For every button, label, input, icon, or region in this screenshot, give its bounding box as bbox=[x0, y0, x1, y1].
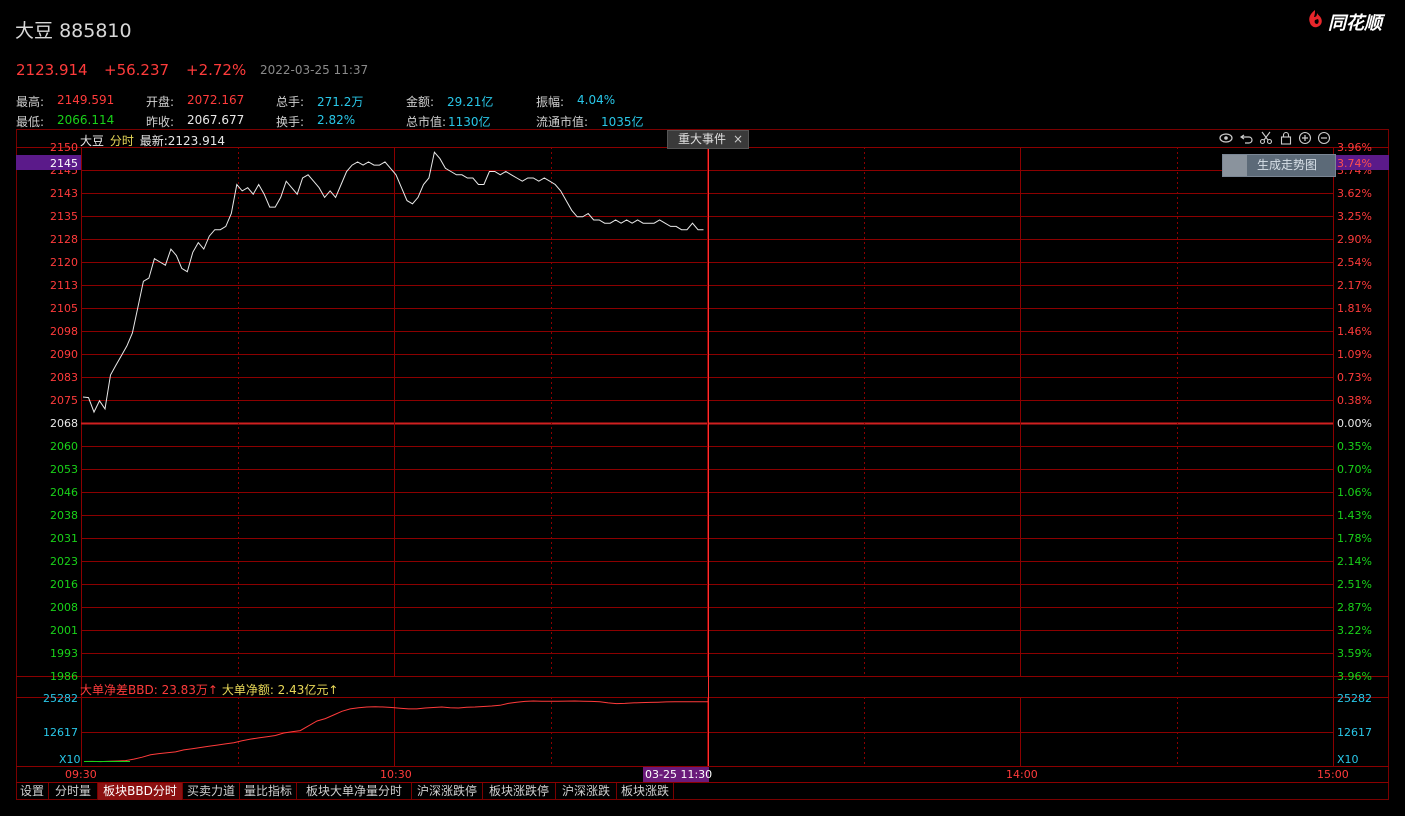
y-tick-left: 2143 bbox=[50, 187, 78, 200]
tab-2[interactable]: 板块BBD分时 bbox=[98, 783, 183, 800]
y-tick-right: 3.96% bbox=[1337, 670, 1372, 683]
y-tick-left: 2090 bbox=[50, 348, 78, 361]
major-events-label: 重大事件 bbox=[678, 132, 727, 146]
chart-mode: 分时 bbox=[109, 134, 134, 148]
bbd-tick-right: 25282 bbox=[1337, 692, 1372, 705]
chart-stock-name: 大豆 bbox=[80, 134, 105, 148]
zoom-in-icon[interactable] bbox=[1298, 131, 1312, 145]
bbd-tick-right: 12617 bbox=[1337, 726, 1372, 739]
y-tick-left: 1993 bbox=[50, 647, 78, 660]
generate-trend-button[interactable]: 生成走势图 bbox=[1222, 154, 1336, 177]
major-events-tab[interactable]: 重大事件 × bbox=[667, 130, 749, 149]
tab-1[interactable]: 分时量 bbox=[49, 783, 98, 800]
y-tick-left: 2023 bbox=[50, 555, 78, 568]
y-tick-left: 2038 bbox=[50, 509, 78, 522]
latest-value: 2123.914 bbox=[167, 134, 225, 148]
y-tick-right: 0.70% bbox=[1337, 463, 1372, 476]
x-tick: 14:00 bbox=[1006, 768, 1038, 781]
y-tick-left: 2135 bbox=[50, 210, 78, 223]
y-tick-left: 2120 bbox=[50, 256, 78, 269]
tab-0[interactable]: 设置 bbox=[16, 783, 49, 800]
x-tick: 09:30 bbox=[65, 768, 97, 781]
y-tick-left: 2068 bbox=[50, 417, 78, 430]
y-tick-right: 1.81% bbox=[1337, 302, 1372, 315]
price-line bbox=[82, 151, 704, 414]
y-tick-left: 2150 bbox=[50, 141, 78, 154]
x-tick: 15:00 bbox=[1317, 768, 1349, 781]
y-tick-right: 3.62% bbox=[1337, 187, 1372, 200]
generate-trend-swatch bbox=[1223, 155, 1247, 176]
bbd-label: 大单净差BBD: 23.83万↑ bbox=[80, 683, 218, 697]
time-cursor-label: 03-25 11:30 bbox=[645, 768, 712, 781]
y-tick-right: 2.90% bbox=[1337, 233, 1372, 246]
y-tick-left: 2113 bbox=[50, 279, 78, 292]
cursor-price-label: 2145 bbox=[50, 157, 78, 170]
tab-6[interactable]: 沪深涨跌停 bbox=[412, 783, 483, 800]
tab-5[interactable]: 板块大单净量分时 bbox=[297, 783, 412, 800]
close-icon[interactable]: × bbox=[733, 131, 743, 148]
lock-icon[interactable] bbox=[1279, 131, 1293, 145]
y-tick-right: 3.22% bbox=[1337, 624, 1372, 637]
y-tick-right: 3.96% bbox=[1337, 141, 1372, 154]
y-tick-right: 2.87% bbox=[1337, 601, 1372, 614]
tab-7[interactable]: 板块涨跌停 bbox=[483, 783, 556, 800]
y-tick-right: 1.09% bbox=[1337, 348, 1372, 361]
x-tick: 10:30 bbox=[380, 768, 412, 781]
y-tick-left: 2098 bbox=[50, 325, 78, 338]
y-tick-right: 1.78% bbox=[1337, 532, 1372, 545]
y-tick-right: 2.51% bbox=[1337, 578, 1372, 591]
bbd-line bbox=[83, 700, 708, 763]
tab-4[interactable]: 量比指标 bbox=[240, 783, 297, 800]
tab-8[interactable]: 沪深涨跌 bbox=[556, 783, 617, 800]
x-scale-label-left: X10 bbox=[59, 753, 81, 766]
y-tick-left: 2016 bbox=[50, 578, 78, 591]
eye-icon[interactable] bbox=[1219, 131, 1233, 145]
y-tick-right: 2.17% bbox=[1337, 279, 1372, 292]
y-tick-left: 2060 bbox=[50, 440, 78, 453]
y-tick-right: 2.54% bbox=[1337, 256, 1372, 269]
y-tick-right: 0.35% bbox=[1337, 440, 1372, 453]
undo-icon[interactable] bbox=[1240, 131, 1254, 145]
scissors-icon[interactable] bbox=[1259, 131, 1273, 145]
y-tick-left: 2046 bbox=[50, 486, 78, 499]
y-tick-right: 3.59% bbox=[1337, 647, 1372, 660]
y-tick-left: 2128 bbox=[50, 233, 78, 246]
y-tick-right: 2.14% bbox=[1337, 555, 1372, 568]
y-tick-right: 0.38% bbox=[1337, 394, 1372, 407]
cursor-pct-label: 3.74% bbox=[1337, 157, 1372, 170]
tab-3[interactable]: 买卖力道 bbox=[183, 783, 240, 800]
bbd-tick-left: 25282 bbox=[43, 692, 78, 705]
y-tick-left: 2031 bbox=[50, 532, 78, 545]
y-tick-left: 2053 bbox=[50, 463, 78, 476]
zoom-out-icon[interactable] bbox=[1317, 131, 1331, 145]
y-tick-right: 0.73% bbox=[1337, 371, 1372, 384]
y-tick-right: 1.43% bbox=[1337, 509, 1372, 522]
y-tick-left: 2008 bbox=[50, 601, 78, 614]
chart-info: 大豆 分时 最新:2123.914 bbox=[80, 132, 225, 149]
x-scale-label-right: X10 bbox=[1337, 753, 1359, 766]
tab-9[interactable]: 板块涨跌 bbox=[617, 783, 674, 800]
y-tick-left: 2075 bbox=[50, 394, 78, 407]
y-tick-left: 2105 bbox=[50, 302, 78, 315]
y-tick-right: 3.25% bbox=[1337, 210, 1372, 223]
y-tick-right: 1.46% bbox=[1337, 325, 1372, 338]
y-tick-right: 1.06% bbox=[1337, 486, 1372, 499]
bbd-tick-left: 12617 bbox=[43, 726, 78, 739]
net-amount-label: 大单净额: 2.43亿元↑ bbox=[221, 683, 339, 697]
bbd-legend: 大单净差BBD: 23.83万↑ 大单净额: 2.43亿元↑ bbox=[80, 681, 338, 698]
y-tick-left: 1986 bbox=[50, 670, 78, 683]
y-tick-left: 2001 bbox=[50, 624, 78, 637]
y-tick-right: 0.00% bbox=[1337, 417, 1372, 430]
latest-label: 最新: bbox=[139, 134, 168, 148]
y-tick-left: 2083 bbox=[50, 371, 78, 384]
